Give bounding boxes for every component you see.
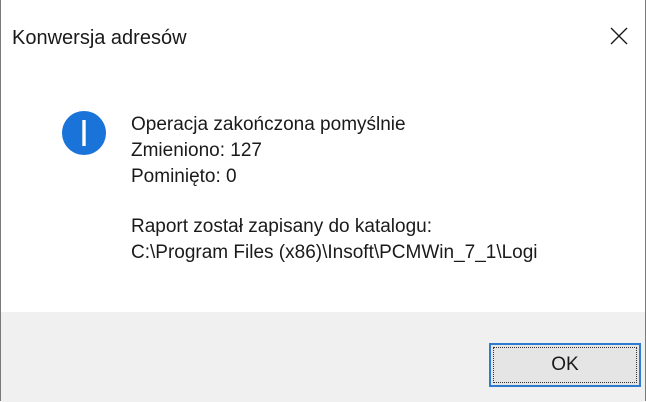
close-icon [610,27,628,45]
status-line: Operacja zakończona pomyślnie [131,114,406,135]
report-label: Raport został zapisany do katalogu: [131,216,433,237]
close-button[interactable] [599,18,639,54]
dialog-content: Operacja zakończona pomyślnie Zmieniono:… [1,62,645,312]
info-icon [62,111,106,155]
message-dialog: Konwersja adresów Operacja zakończona po… [0,0,646,402]
ok-button[interactable]: OK [489,343,641,387]
skipped-count: Pominięto: 0 [131,166,237,187]
title-bar: Konwersja adresów [1,0,645,62]
changed-count: Zmieniono: 127 [131,140,262,161]
report-path: C:\Program Files (x86)\Insoft\PCMWin_7_1… [131,242,538,263]
button-bar: OK [1,312,645,402]
message-text: Operacja zakończona pomyślnie Zmieniono:… [131,112,538,266]
dialog-title: Konwersja adresów [12,27,187,49]
